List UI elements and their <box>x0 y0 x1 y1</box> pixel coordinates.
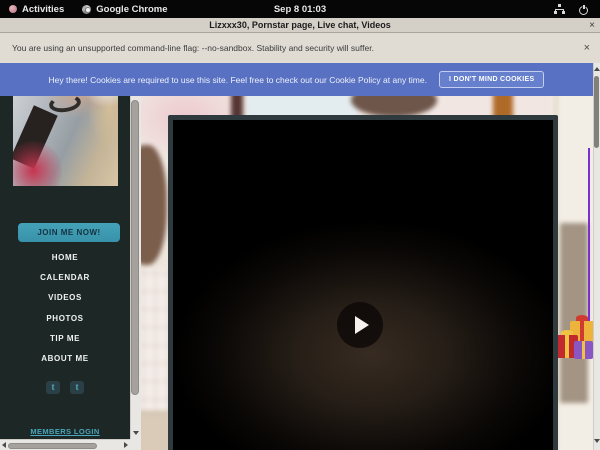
sidebar-item-videos[interactable]: VIDEOS <box>0 288 130 308</box>
gift-purple-icon[interactable] <box>574 341 593 359</box>
scroll-left-arrow[interactable] <box>2 442 6 448</box>
play-icon <box>355 316 369 334</box>
cookie-message: Hey there! Cookies are required to use t… <box>49 75 427 85</box>
sidebar-item-photos[interactable]: PHOTOS <box>0 308 130 328</box>
sidebar-scroll-down-arrow[interactable] <box>130 427 141 438</box>
desktop-screen: Activities Google Chrome Sep 8 01:03 Liz… <box>0 0 600 450</box>
infobar-close-button[interactable]: × <box>584 42 590 54</box>
window-titlebar: Lizxxx30, Pornstar page, Live chat, Vide… <box>0 18 600 33</box>
page-title: Lizxxx30, Pornstar page, Live chat, Vide… <box>209 20 390 30</box>
cookie-notice: Hey there! Cookies are required to use t… <box>0 63 593 96</box>
network-icon[interactable] <box>554 4 565 14</box>
infobar-message: You are using an unsupported command-lin… <box>12 43 374 53</box>
scrollbar-corner <box>130 439 141 450</box>
sidebar-item-tip-me[interactable]: TIP ME <box>0 328 130 348</box>
window-close-button[interactable]: × <box>589 18 595 33</box>
app-menu-label: Google Chrome <box>96 4 167 15</box>
sidebar-item-about-me[interactable]: ABOUT ME <box>0 348 130 368</box>
gnome-top-bar: Activities Google Chrome Sep 8 01:03 <box>0 0 600 18</box>
power-icon[interactable] <box>579 5 588 14</box>
sidebar-item-home[interactable]: HOME <box>0 247 130 267</box>
activities-label: Activities <box>22 4 64 15</box>
sidebar-nav: HOME CALENDAR VIDEOS PHOTOS TIP ME ABOUT… <box>0 247 130 369</box>
chrome-icon <box>82 5 91 14</box>
main-scroll-down-arrow[interactable] <box>593 437 600 445</box>
tip-widget-edge <box>588 148 590 333</box>
video-player[interactable] <box>168 115 558 450</box>
video-screen[interactable] <box>173 120 553 450</box>
sidebar-item-calendar[interactable]: CALENDAR <box>0 267 130 287</box>
members-login-link[interactable]: MEMBERS LOGIN <box>0 427 130 436</box>
sidebar: JOIN ME NOW! HOME CALENDAR VIDEOS PHOTOS… <box>0 63 130 450</box>
main-scrollbar-thumb[interactable] <box>594 76 599 148</box>
sidebar-scrollbar-thumb[interactable] <box>131 100 139 395</box>
join-me-now-button[interactable]: JOIN ME NOW! <box>18 223 120 242</box>
play-button[interactable] <box>337 302 383 348</box>
cookie-accept-button[interactable]: I DON'T MIND COOKIES <box>439 71 544 88</box>
twitter-icon[interactable]: t <box>46 381 60 394</box>
main-scroll-up-arrow[interactable] <box>593 65 600 73</box>
page-content: JOIN ME NOW! HOME CALENDAR VIDEOS PHOTOS… <box>0 63 600 450</box>
scroll-right-arrow[interactable] <box>124 442 128 448</box>
distro-dot-icon <box>9 5 17 13</box>
app-menu-button[interactable]: Google Chrome <box>73 0 176 18</box>
twitter-icon[interactable]: t <box>70 381 84 394</box>
sidebar-hscrollbar-thumb[interactable] <box>8 443 97 449</box>
infobar: You are using an unsupported command-lin… <box>0 33 600 63</box>
activities-button[interactable]: Activities <box>0 0 73 18</box>
sidebar-horizontal-scrollbar[interactable] <box>0 439 130 450</box>
